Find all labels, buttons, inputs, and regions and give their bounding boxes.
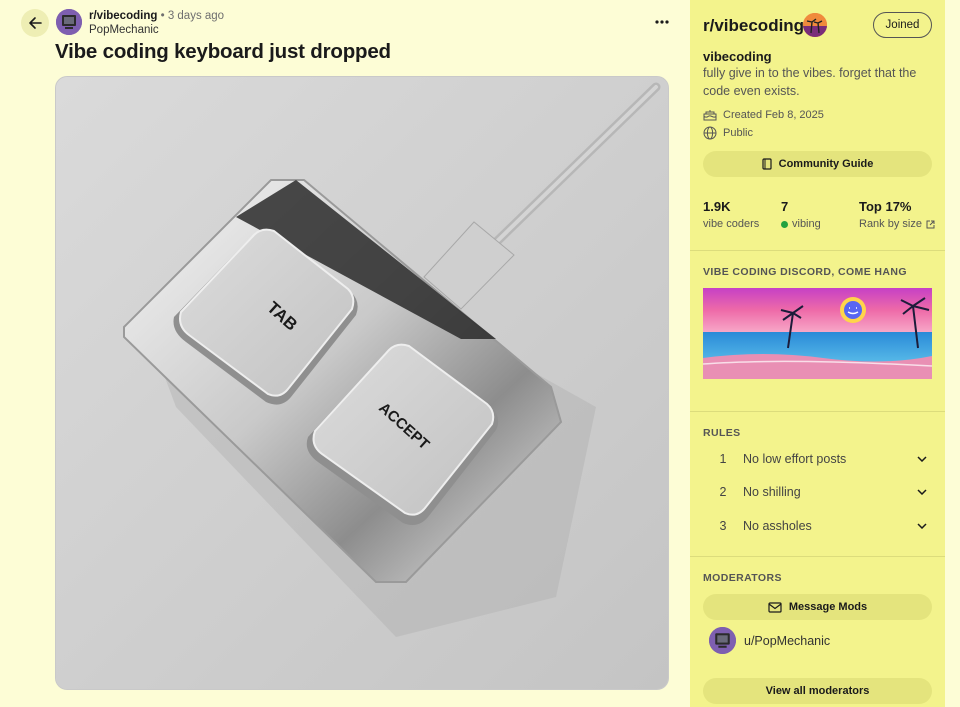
divider <box>690 250 945 251</box>
rule-text: No shilling <box>743 485 801 499</box>
stat-label: Rank by size <box>859 218 922 230</box>
book-icon <box>762 158 772 170</box>
palm-sunset-icon <box>803 13 827 37</box>
community-guide-label: Community Guide <box>778 158 874 170</box>
post-time: 3 days ago <box>167 10 225 22</box>
community-sidebar: r/vibecoding Joined vibecoding fully giv… <box>690 0 945 707</box>
visibility-text: Public <box>723 127 753 139</box>
community-guide-button[interactable]: Community Guide <box>703 151 932 177</box>
stat-value: 1.9K <box>703 199 731 214</box>
stat-label: vibe coders <box>703 218 760 230</box>
sidebar-heading[interactable]: r/vibecoding <box>703 16 804 36</box>
post-title[interactable]: Vibe coding keyboard just dropped <box>55 40 391 64</box>
rule-text: No assholes <box>743 519 812 533</box>
rule-number: 2 <box>719 485 727 499</box>
keyboard-photo: TAB ACCEPT <box>56 77 668 689</box>
online-dot-icon <box>781 220 788 228</box>
subreddit-link[interactable]: r/vibecoding <box>89 10 157 22</box>
rule-item[interactable]: 1 No low effort posts <box>703 444 932 474</box>
moderator-item[interactable]: u/PopMechanic <box>709 627 830 654</box>
cake-icon <box>703 110 717 121</box>
message-mods-button[interactable]: Message Mods <box>703 594 932 620</box>
subreddit-avatar[interactable] <box>56 9 82 35</box>
rule-item[interactable]: 2 No shilling <box>703 477 932 507</box>
created-date: Created Feb 8, 2025 <box>723 108 824 121</box>
computer-icon <box>56 9 82 35</box>
meta-separator: • <box>160 10 165 22</box>
community-name: vibecoding <box>703 49 772 64</box>
moderator-name: u/PopMechanic <box>744 633 831 648</box>
rule-number: 3 <box>719 519 727 533</box>
more-options-button[interactable] <box>650 10 674 34</box>
arrow-left-icon <box>29 17 42 29</box>
stat-value: Top 17% <box>859 199 912 214</box>
back-button[interactable] <box>21 9 49 37</box>
rule-text: No low effort posts <box>743 452 847 466</box>
divider <box>690 556 945 557</box>
chevron-down-icon <box>917 523 927 529</box>
created-row: Created Feb 8, 2025 <box>703 108 824 121</box>
post-meta: r/vibecoding • 3 days ago PopMechanic <box>89 9 224 37</box>
mail-icon <box>768 601 782 613</box>
view-all-moderators-button[interactable]: View all moderators <box>703 678 932 704</box>
stat-value: 7 <box>781 199 789 214</box>
post-area: r/vibecoding • 3 days ago PopMechanic Vi… <box>0 0 690 707</box>
avatar <box>709 627 736 654</box>
stat-online: 7 vibing <box>781 199 821 230</box>
view-all-moderators-label: View all moderators <box>765 685 870 697</box>
rule-number: 1 <box>719 452 727 466</box>
chevron-down-icon <box>917 456 927 462</box>
moderators-section-title: MODERATORS <box>703 572 782 584</box>
chevron-down-icon <box>917 489 927 495</box>
joined-button[interactable]: Joined <box>873 12 932 38</box>
rule-item[interactable]: 3 No assholes <box>703 511 932 541</box>
message-mods-label: Message Mods <box>788 601 868 613</box>
visibility-row: Public <box>703 126 753 140</box>
discord-banner[interactable] <box>703 288 932 379</box>
beach-banner-image <box>703 288 932 379</box>
community-description: fully give in to the vibes. forget that … <box>703 66 917 98</box>
more-horizontal-icon <box>655 20 669 24</box>
stat-members: 1.9K vibe coders <box>703 199 759 230</box>
author-link[interactable]: PopMechanic <box>89 23 224 37</box>
stat-label: vibing <box>792 218 821 230</box>
computer-icon <box>709 627 736 654</box>
post-image[interactable]: TAB ACCEPT <box>55 76 669 690</box>
globe-icon <box>703 126 717 140</box>
divider <box>690 411 945 412</box>
community-icon <box>803 13 827 37</box>
discord-section-title: VIBE CODING DISCORD, COME HANG <box>703 266 907 278</box>
stat-rank[interactable]: Top 17% Rank by size <box>859 199 935 230</box>
rules-section-title: RULES <box>703 427 741 439</box>
external-link-icon <box>926 220 935 228</box>
